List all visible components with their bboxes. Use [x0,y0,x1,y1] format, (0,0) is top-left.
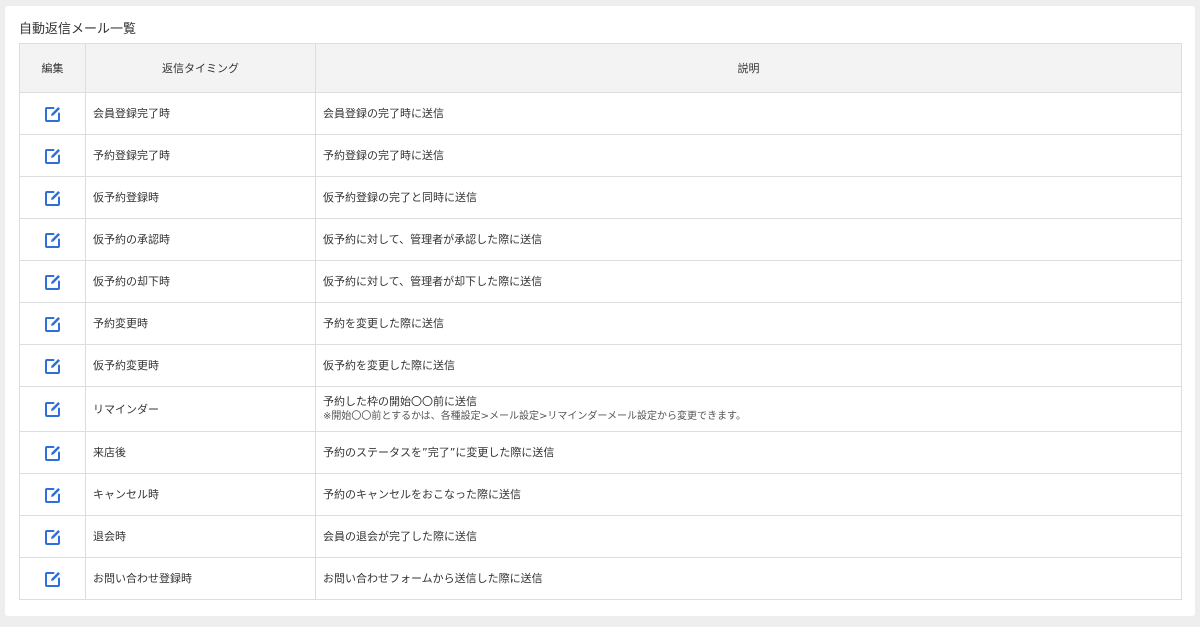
timing-cell: リマインダー [85,386,316,432]
description-text: 予約のステータスを”完了”に変更した際に送信 [323,446,555,459]
edit-cell [19,344,86,387]
table-body: 会員登録完了時 会員登録の完了時に送信 予約登録完了時 予約登録の完了時に送信 仮予約登… [19,92,1182,600]
edit-cell [19,134,86,177]
edit-icon[interactable] [44,486,62,504]
description-cell: 仮予約に対して、管理者が承認した際に送信 [315,218,1182,261]
description-cell: 予約登録の完了時に送信 [315,134,1182,177]
description-text: 会員登録の完了時に送信 [323,107,444,120]
edit-cell [19,260,86,303]
description-cell: 予約のキャンセルをおこなった際に送信 [315,473,1182,516]
description-text: 仮予約登録の完了と同時に送信 [323,191,477,204]
table-row: 仮予約の却下時 仮予約に対して、管理者が却下した際に送信 [19,260,1182,303]
edit-icon[interactable] [44,444,62,462]
description-text: 仮予約に対して、管理者が却下した際に送信 [323,275,543,288]
edit-cell [19,302,86,345]
edit-cell [19,431,86,474]
edit-icon[interactable] [44,400,62,418]
description-text: 仮予約に対して、管理者が承認した際に送信 [323,233,543,246]
table-row: 予約登録完了時 予約登録の完了時に送信 [19,134,1182,177]
timing-cell: 退会時 [85,515,316,558]
timing-cell: 予約変更時 [85,302,316,345]
header-description: 説明 [315,43,1182,93]
table-row: 仮予約変更時 仮予約を変更した際に送信 [19,344,1182,387]
table-row: お問い合わせ登録時 お問い合わせフォームから送信した際に送信 [19,557,1182,600]
timing-cell: お問い合わせ登録時 [85,557,316,600]
description-text: 会員の退会が完了した際に送信 [323,530,477,543]
description-text: 予約登録の完了時に送信 [323,149,444,162]
description-cell: 仮予約登録の完了と同時に送信 [315,176,1182,219]
edit-icon[interactable] [44,189,62,207]
edit-icon[interactable] [44,231,62,249]
table-row: 仮予約の承認時 仮予約に対して、管理者が承認した際に送信 [19,218,1182,261]
description-cell: 会員の退会が完了した際に送信 [315,515,1182,558]
mail-list-panel: 自動返信メール一覧 編集 返信タイミング 説明 会員登録完了時 会員登録の完了時に… [5,6,1195,616]
edit-cell [19,92,86,135]
description-cell: 会員登録の完了時に送信 [315,92,1182,135]
timing-cell: 予約登録完了時 [85,134,316,177]
edit-icon[interactable] [44,357,62,375]
timing-cell: 来店後 [85,431,316,474]
description-note: ※開始〇〇前とするかは、各種設定>メール設定>リマインダーメール設定から変更でき… [323,410,747,422]
description-cell: 予約のステータスを”完了”に変更した際に送信 [315,431,1182,474]
table-row: 来店後 予約のステータスを”完了”に変更した際に送信 [19,431,1182,474]
description-text: お問い合わせフォームから送信した際に送信 [323,572,543,585]
header-timing: 返信タイミング [85,43,316,93]
timing-cell: 仮予約登録時 [85,176,316,219]
table-row: 会員登録完了時 会員登録の完了時に送信 [19,92,1182,135]
table-row: キャンセル時 予約のキャンセルをおこなった際に送信 [19,473,1182,516]
edit-icon[interactable] [44,528,62,546]
description-cell: お問い合わせフォームから送信した際に送信 [315,557,1182,600]
auto-reply-mail-table: 編集 返信タイミング 説明 会員登録完了時 会員登録の完了時に送信 予約登録完了時予… [19,43,1182,600]
edit-cell [19,176,86,219]
description-text: 予約を変更した際に送信 [323,317,444,330]
description-text: 予約のキャンセルをおこなった際に送信 [323,488,521,501]
timing-cell: 会員登録完了時 [85,92,316,135]
edit-icon[interactable] [44,570,62,588]
edit-icon[interactable] [44,147,62,165]
description-text: 予約した枠の開始〇〇前に送信 [323,394,477,408]
header-edit: 編集 [19,43,86,93]
timing-cell: 仮予約の却下時 [85,260,316,303]
description-text: 仮予約を変更した際に送信 [323,359,455,372]
table-row: 予約変更時 予約を変更した際に送信 [19,302,1182,345]
edit-icon[interactable] [44,273,62,291]
edit-icon[interactable] [44,315,62,333]
timing-cell: 仮予約変更時 [85,344,316,387]
panel-title: 自動返信メール一覧 [19,22,137,37]
edit-cell [19,386,86,432]
timing-cell: 仮予約の承認時 [85,218,316,261]
edit-cell [19,557,86,600]
edit-cell [19,515,86,558]
table-row: 仮予約登録時 仮予約登録の完了と同時に送信 [19,176,1182,219]
edit-cell [19,473,86,516]
description-cell: 予約を変更した際に送信 [315,302,1182,345]
description-cell: 予約した枠の開始〇〇前に送信 ※開始〇〇前とするかは、各種設定>メール設定>リマイ… [315,386,1182,432]
table-row: リマインダー 予約した枠の開始〇〇前に送信 ※開始〇〇前とするかは、各種設定>メール… [19,386,1182,432]
table-row: 退会時 会員の退会が完了した際に送信 [19,515,1182,558]
timing-cell: キャンセル時 [85,473,316,516]
description-cell: 仮予約に対して、管理者が却下した際に送信 [315,260,1182,303]
description-cell: 仮予約を変更した際に送信 [315,344,1182,387]
edit-cell [19,218,86,261]
table-header-row: 編集 返信タイミング 説明 [19,43,1182,93]
edit-icon[interactable] [44,105,62,123]
